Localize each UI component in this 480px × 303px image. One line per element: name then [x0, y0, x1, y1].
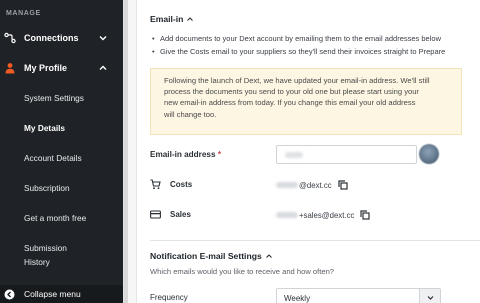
required-marker: *	[217, 150, 221, 159]
sidebar-subitem-get-a-month-free[interactable]: Get a month free	[24, 213, 86, 223]
notification-settings-subtitle: Which emails would you like to receive a…	[150, 267, 335, 276]
connections-icon	[4, 32, 16, 44]
notification-settings-header[interactable]: Notification E-mail Settings	[150, 251, 273, 261]
costs-row: Costs	[150, 179, 192, 190]
copy-icon[interactable]	[338, 180, 348, 190]
redacted-value	[285, 152, 303, 158]
profile-icon	[4, 62, 16, 74]
avatar	[419, 144, 439, 164]
main-content: Email-in Add documents to your Dext acco…	[137, 0, 480, 303]
chevron-left-circle-icon	[4, 289, 15, 299]
chevron-down-icon	[99, 36, 107, 41]
email-in-info-list: Add documents to your Dext account by em…	[152, 33, 445, 58]
sidebar-item-label: Connections	[24, 33, 79, 43]
list-item: Give the Costs email to your suppliers s…	[152, 46, 445, 59]
sidebar: MANAGE Connections My Profile System Set…	[0, 0, 123, 303]
sidebar-subitem-system-settings[interactable]: System Settings	[24, 93, 84, 103]
sidebar-item-label: My Profile	[24, 63, 68, 73]
email-in-section-header[interactable]: Email-in	[150, 14, 194, 24]
frequency-select[interactable]: Weekly	[276, 288, 441, 303]
list-item: Add documents to your Dext account by em…	[152, 33, 445, 46]
costs-label: Costs	[170, 180, 193, 189]
email-in-address-input[interactable]	[276, 145, 417, 164]
frequency-value: Weekly	[284, 294, 311, 303]
sidebar-subitem-submission-history[interactable]: Submission History	[24, 243, 67, 267]
sidebar-subitem-account-details[interactable]: Account Details	[24, 153, 82, 163]
sales-label: Sales	[170, 210, 191, 219]
chevron-up-icon	[265, 254, 272, 258]
card-icon	[150, 209, 161, 220]
divider	[150, 240, 480, 241]
email-change-notice: Following the launch of Dext, we have up…	[150, 68, 462, 135]
cart-icon	[150, 179, 161, 190]
notice-text: Following the launch of Dext, we have up…	[164, 76, 430, 119]
scrollbar[interactable]	[124, 0, 128, 303]
redacted-value	[276, 182, 298, 188]
frequency-label: Frequency	[150, 293, 188, 302]
sales-email: +sales@dext.cc	[276, 210, 370, 220]
chevron-up-icon	[187, 17, 194, 21]
sidebar-item-my-profile[interactable]: My Profile	[0, 61, 123, 75]
sales-row: Sales	[150, 209, 191, 220]
field-label-text: Email-in address	[150, 150, 216, 159]
costs-email: @dext.cc	[276, 180, 348, 190]
costs-email-domain: @dext.cc	[299, 180, 332, 190]
email-in-address-label: Email-in address *	[150, 150, 221, 159]
collapse-menu-label: Collapse menu	[24, 289, 81, 299]
collapse-menu-button[interactable]: Collapse menu	[0, 285, 123, 303]
sidebar-section-label: MANAGE	[6, 10, 41, 17]
section-title: Email-in	[150, 14, 184, 24]
sales-email-domain: +sales@dext.cc	[299, 210, 355, 220]
copy-icon[interactable]	[360, 210, 370, 220]
sidebar-subitem-label: Submission	[24, 243, 67, 253]
section-title: Notification E-mail Settings	[150, 251, 262, 261]
sidebar-item-connections[interactable]: Connections	[0, 31, 123, 45]
chevron-down-icon	[427, 296, 433, 300]
redacted-value	[276, 212, 298, 218]
select-toggle[interactable]	[419, 289, 440, 303]
sidebar-subitem-subscription[interactable]: Subscription	[24, 183, 70, 193]
chevron-up-icon	[99, 65, 107, 70]
sidebar-subitem-label: History	[24, 257, 50, 267]
sidebar-subitem-my-details[interactable]: My Details	[24, 123, 65, 133]
